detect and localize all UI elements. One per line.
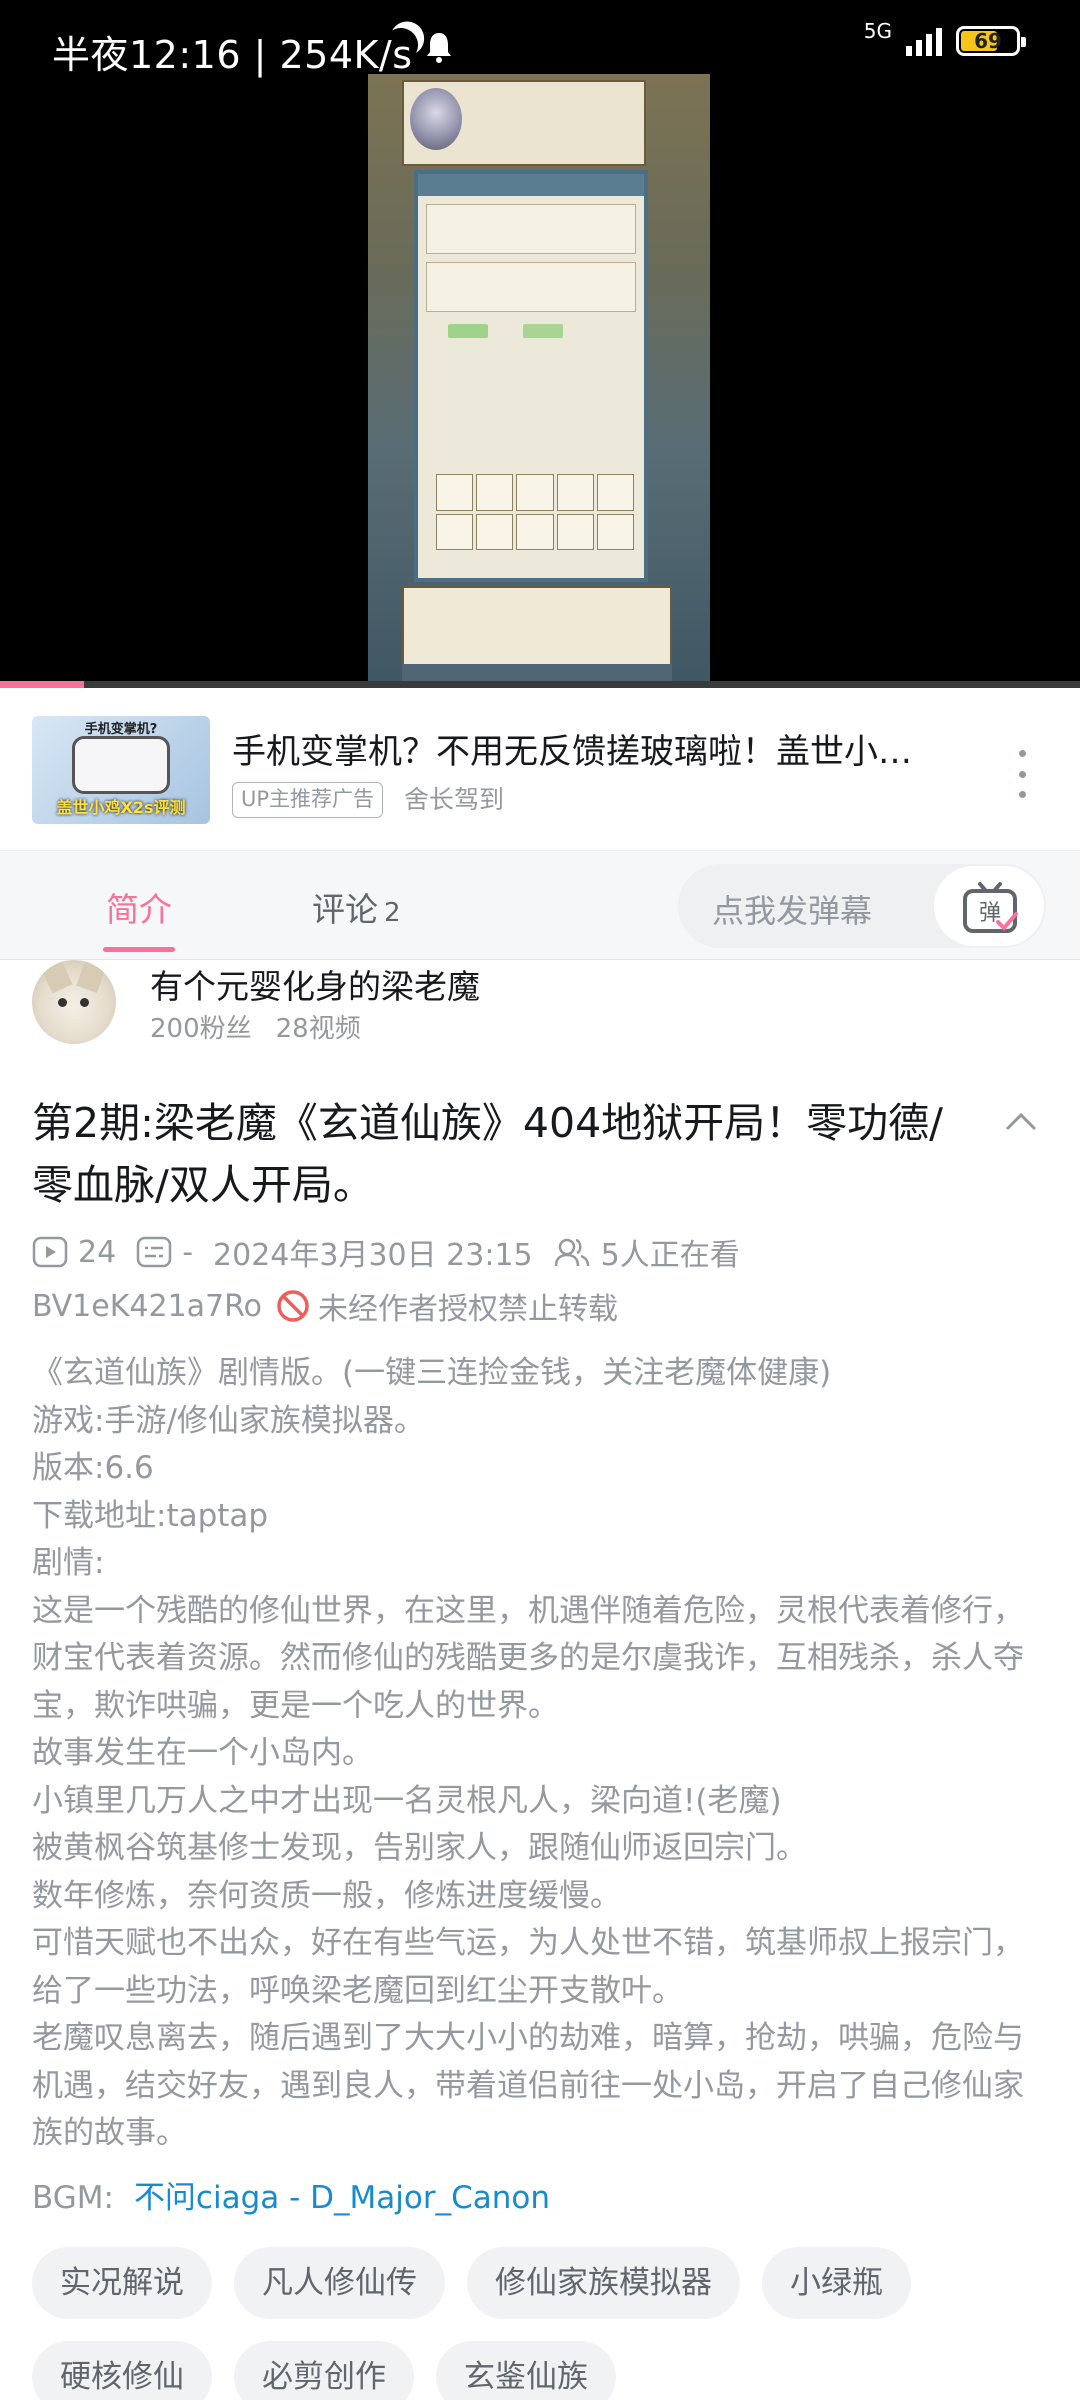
- video-title: 第2期:梁老魔《玄道仙族》404地狱开局！零功德/零血脉/双人开局。: [32, 1099, 943, 1209]
- desc-line: 版本:6.6: [32, 1450, 154, 1486]
- desc-line: 《玄道仙族》剧情版。(一键三连捡金钱，关注老魔体健康): [32, 1355, 832, 1391]
- ad-badge: UP主推荐广告: [232, 782, 384, 818]
- uploader-videos: 28视频: [275, 1014, 361, 1044]
- bell-icon: [427, 33, 451, 63]
- play-count-icon: [32, 1236, 68, 1268]
- comments-count: 2: [384, 898, 401, 928]
- ad-thumbnail-caption: 盖世小鸡X2s评测: [56, 798, 186, 817]
- game-text-box: [426, 262, 636, 312]
- tag-chip[interactable]: 修仙家族模拟器: [467, 2247, 740, 2319]
- ad-author[interactable]: 舍长驾到: [404, 782, 504, 818]
- desc-line: 数年修炼，奈何资质一般，修炼进度缓慢。: [32, 1877, 621, 1914]
- video-player[interactable]: 半夜12:16 | 254K/s 5G 69: [0, 0, 1080, 688]
- danmaku-count: -: [182, 1234, 194, 1270]
- game-dialog: [414, 170, 648, 582]
- danmaku-icon: 弹: [963, 882, 1018, 933]
- uploader-fans: 200粉丝: [150, 1014, 252, 1044]
- bgm-link[interactable]: 不问ciaga - D_Major_Canon: [134, 2180, 550, 2216]
- desc-line: 这是一个残酷的修仙世界，在这里，机遇伴随着危险，灵根代表着修行，财宝代表着资源。…: [32, 1592, 1024, 1724]
- battery-icon: 69: [956, 26, 1026, 56]
- desc-line: 下载地址:taptap: [32, 1497, 269, 1534]
- tag-chip[interactable]: 凡人修仙传: [234, 2247, 445, 2319]
- desc-line: 被黄枫谷筑基修士发现，告别家人，跟随仙师返回宗门。: [32, 1830, 807, 1866]
- chevron-up-icon[interactable]: [1004, 1110, 1038, 1132]
- game-dialog-header: [418, 174, 644, 196]
- video-progress-bar[interactable]: [0, 681, 1080, 688]
- tag-chip[interactable]: 小绿瓶: [762, 2247, 911, 2319]
- game-button: [523, 324, 564, 338]
- play-count: 24: [78, 1234, 117, 1270]
- tag-chip[interactable]: 必剪创作: [234, 2341, 414, 2400]
- tag-chip[interactable]: 硬核修仙: [32, 2341, 212, 2400]
- game-status-panel: [402, 80, 646, 166]
- bgm-row: BGM: 不问ciaga - D_Major_Canon: [32, 2172, 550, 2217]
- ad-thumbnail-caption-top: 手机变掌机?: [84, 722, 158, 737]
- desc-line: 可惜天赋也不出众，好在有些气运，为人处世不错，筑基师叔上报宗门，给了一些功法，呼…: [32, 1925, 1024, 2009]
- ad-thumbnail[interactable]: 手机变掌机? 盖世小鸡X2s评测: [32, 716, 210, 824]
- danmaku-placeholder: 点我发弹幕: [712, 892, 873, 930]
- status-time: 半夜12:16 | 254K/s: [52, 33, 413, 77]
- danmaku-input[interactable]: 点我发弹幕 弹: [678, 864, 1046, 948]
- game-log: [402, 586, 672, 670]
- game-button: [448, 324, 488, 338]
- tab-active-indicator: [103, 947, 175, 952]
- video-description: 《玄道仙族》剧情版。(一键三连捡金钱，关注老魔体健康) 游戏:手游/修仙家族模拟…: [32, 1350, 1042, 2158]
- ad-title[interactable]: 手机变掌机？不用无反馈搓玻璃啦！盖世小…: [232, 724, 1002, 773]
- bv-row: BV1eK421a7Ro 未经作者授权禁止转载: [32, 1284, 618, 1328]
- tag-chip[interactable]: 实况解说: [32, 2247, 212, 2319]
- danmaku-count-icon: [136, 1236, 172, 1268]
- more-options-icon[interactable]: [1012, 750, 1032, 798]
- desc-line: 小镇里几万人之中才出现一名灵根凡人，梁向道!(老魔): [32, 1782, 782, 1819]
- gamepad-device-image: [72, 736, 170, 794]
- game-item-grid: [436, 474, 634, 550]
- tab-comments[interactable]: 评论 2: [312, 883, 401, 931]
- danmaku-toggle-button[interactable]: 弹: [932, 864, 1046, 948]
- tag-list: 实况解说 凡人修仙传 修仙家族模拟器 小绿瓶 硬核修仙 必剪创作 玄鉴仙族: [32, 2247, 1052, 2400]
- forbidden-icon: [277, 1290, 309, 1322]
- tab-comments-label: 评论: [312, 890, 378, 929]
- copyright-notice: 未经作者授权禁止转载: [317, 1292, 618, 1327]
- video-meta-row: 24 - 2024年3月30日 23:15 5人正在看: [32, 1230, 740, 1274]
- tab-intro[interactable]: 简介: [106, 883, 172, 931]
- bgm-label: BGM:: [32, 2180, 114, 2216]
- status-indicators: 5G 69: [864, 19, 1026, 56]
- network-type: 5G: [863, 19, 892, 43]
- signal-icon: [906, 26, 942, 56]
- bvid: BV1eK421a7Ro: [32, 1288, 262, 1324]
- viewers-icon: [554, 1238, 589, 1267]
- uploader-avatar[interactable]: [32, 960, 116, 1044]
- video-frame: [368, 74, 710, 688]
- game-character-avatar: [410, 88, 462, 150]
- battery-level: 69: [974, 29, 1002, 53]
- uploader-name[interactable]: 有个元婴化身的梁老魔: [150, 960, 480, 1008]
- tag-chip[interactable]: 玄鉴仙族: [436, 2341, 616, 2400]
- uploader-stats: 200粉丝 28视频: [150, 1008, 361, 1045]
- desc-line: 老魔叹息离去，随后遇到了大大小小的劫难，暗算，抢劫，哄骗，危险与机遇，结交好友，…: [32, 2020, 1024, 2151]
- game-text-box: [426, 204, 636, 254]
- video-progress-played: [0, 681, 85, 688]
- tabs-bar: 简介 评论 2 点我发弹幕 弹: [0, 850, 1080, 960]
- publish-date: 2024年3月30日 23:15: [213, 1238, 533, 1273]
- desc-line: 剧情:: [32, 1545, 105, 1581]
- desc-line: 故事发生在一个小岛内。: [32, 1735, 373, 1771]
- ad-card[interactable]: 手机变掌机? 盖世小鸡X2s评测 手机变掌机？不用无反馈搓玻璃啦！盖世小… UP…: [0, 688, 1080, 850]
- desc-line: 游戏:手游/修仙家族模拟器。: [32, 1402, 425, 1439]
- watching-count: 5人正在看: [600, 1238, 740, 1273]
